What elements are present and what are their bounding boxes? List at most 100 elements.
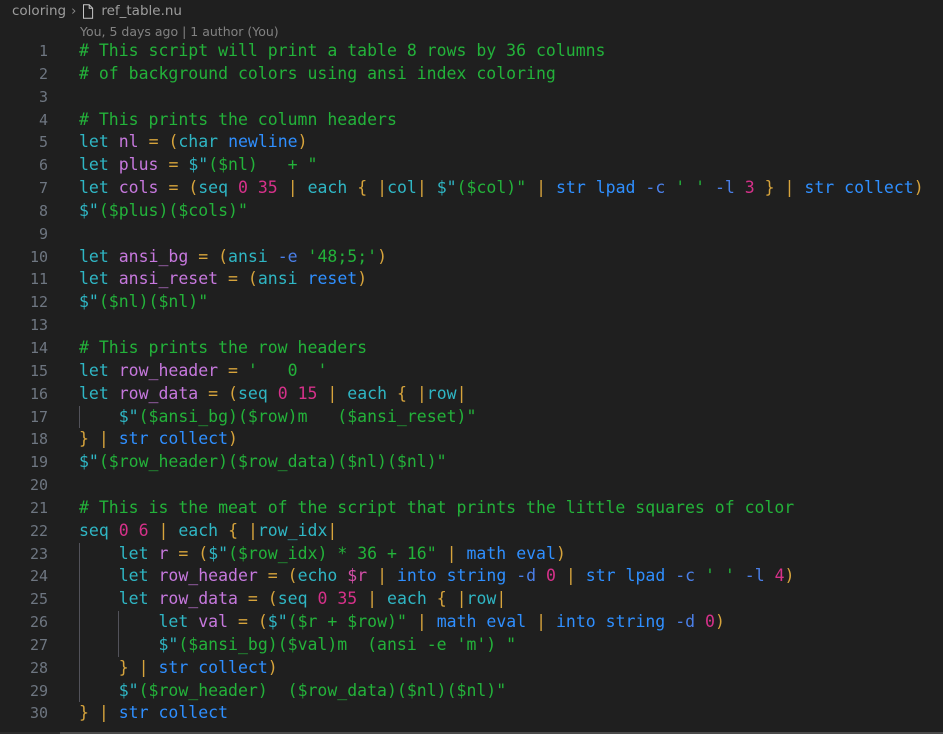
line-text[interactable]: let ansi_bg = (ansi -e '48;5;') — [48, 246, 387, 269]
code-line: 7 let cols = (seq 0 35 | each { |col| $"… — [0, 177, 943, 200]
code-line: 6 let plus = $"($nl) + " — [0, 154, 943, 177]
line-number: 7 — [38, 179, 48, 198]
line-number: 23 — [29, 544, 48, 563]
line-text[interactable]: # This is the meat of the script that pr… — [48, 497, 794, 520]
line-text[interactable]: let plus = $"($nl) + " — [48, 154, 317, 177]
line-text[interactable]: } | str collect) — [48, 428, 238, 451]
line-text[interactable]: $"($ansi_bg)($row)m ($ansi_reset)" — [48, 405, 476, 429]
line-text[interactable]: # This script will print a table 8 rows … — [48, 40, 606, 63]
line-text[interactable]: $"($plus)($cols)" — [48, 200, 248, 223]
indent-guide — [79, 405, 80, 429]
git-blame-label[interactable]: You, 5 days ago | 1 author (You) — [80, 24, 279, 39]
line-text[interactable]: let row_header = (echo $r | into string … — [48, 565, 794, 589]
line-text[interactable]: let cols = (seq 0 35 | each { |col| $"($… — [48, 177, 924, 200]
line-number: 26 — [29, 613, 48, 632]
line-text[interactable]: seq 0 6 | each { |row_idx| — [48, 520, 337, 543]
line-number: 29 — [29, 681, 48, 700]
code-line: 12 $"($nl)($nl)" — [0, 291, 943, 314]
line-number: 28 — [29, 658, 48, 677]
code-line: 19 $"($row_header)($row_data)($nl)($nl)" — [0, 451, 943, 474]
code-line: 21 # This is the meat of the script that… — [0, 497, 943, 520]
line-number: 27 — [29, 635, 48, 654]
line-number: 3 — [38, 87, 48, 106]
code-line: 16 let row_data = (seq 0 15 | each { |ro… — [0, 383, 943, 406]
indent-guide — [79, 633, 80, 657]
indent-guide — [79, 588, 80, 612]
line-text[interactable] — [48, 314, 79, 337]
code-line: 14 # This prints the row headers — [0, 337, 943, 360]
code-line: 10 let ansi_bg = (ansi -e '48;5;') — [0, 246, 943, 269]
line-text[interactable]: let nl = (char newline) — [48, 131, 308, 154]
line-number: 18 — [29, 430, 48, 449]
breadcrumb-folder[interactable]: coloring — [12, 3, 66, 19]
line-number: 16 — [29, 384, 48, 403]
line-text[interactable]: } | str collect) — [48, 656, 278, 680]
line-text[interactable]: let ansi_reset = (ansi reset) — [48, 268, 367, 291]
line-number: 8 — [38, 201, 48, 220]
code-line: 1 # This script will print a table 8 row… — [0, 40, 943, 63]
line-number: 9 — [38, 224, 48, 243]
line-number: 6 — [38, 156, 48, 175]
line-text[interactable]: let row_data = (seq 0 15 | each { |row| — [48, 383, 467, 406]
line-text[interactable] — [48, 223, 79, 246]
line-text[interactable]: $"($nl)($nl)" — [48, 291, 208, 314]
line-number: 21 — [29, 498, 48, 517]
file-document-icon — [81, 3, 95, 19]
line-number: 2 — [38, 64, 48, 83]
code-line: 25 let row_data = (seq 0 35 | each { |ro… — [0, 588, 943, 612]
line-text[interactable]: $"($ansi_bg)($val)m (ansi -e 'm') " — [48, 633, 516, 657]
codelens-row: You, 5 days ago | 1 author (You) — [0, 22, 943, 40]
indent-guide — [118, 633, 119, 657]
line-number: 19 — [29, 453, 48, 472]
indent-guide — [118, 611, 119, 634]
indent-guide — [79, 565, 80, 589]
line-number: 30 — [29, 704, 48, 723]
code-line: 4 # This prints the column headers — [0, 109, 943, 132]
code-line: 30 } | str collect — [0, 702, 943, 725]
line-text[interactable]: $"($row_header)($row_data)($nl)($nl)" — [48, 451, 447, 474]
code-line: 23 let r = ($"($row_idx) * 36 + 16" | ma… — [0, 542, 943, 566]
line-text[interactable]: # This prints the row headers — [48, 337, 367, 360]
breadcrumb: coloring › ref_table.nu — [0, 0, 943, 22]
line-text[interactable]: # This prints the column headers — [48, 109, 397, 132]
breadcrumb-file-label: ref_table.nu — [101, 3, 182, 19]
code-line: 15 let row_header = ' 0 ' — [0, 360, 943, 383]
breadcrumb-file[interactable]: ref_table.nu — [81, 3, 182, 19]
line-text[interactable] — [48, 86, 79, 109]
indent-guide — [79, 542, 80, 566]
code-line: 11 let ansi_reset = (ansi reset) — [0, 268, 943, 291]
line-number: 11 — [29, 270, 48, 289]
line-text[interactable]: let r = ($"($row_idx) * 36 + 16" | math … — [48, 542, 566, 566]
line-number: 22 — [29, 521, 48, 540]
line-text[interactable]: let val = ($"($r + $row)" | math eval | … — [48, 611, 725, 634]
code-line: 27 $"($ansi_bg)($val)m (ansi -e 'm') " — [0, 633, 943, 657]
code-line: 26 let val = ($"($r + $row)" | math eval… — [0, 611, 943, 634]
code-line: 13 — [0, 314, 943, 337]
indent-guide — [79, 611, 80, 634]
line-text[interactable]: let row_data = (seq 0 35 | each { |row| — [48, 588, 506, 612]
line-number: 20 — [29, 476, 48, 495]
line-text[interactable]: $"($row_header) ($row_data)($nl)($nl)" — [48, 679, 506, 703]
indent-guide — [79, 656, 80, 680]
code-editor[interactable]: 1 # This script will print a table 8 row… — [0, 40, 943, 734]
code-line: 2 # of background colors using ansi inde… — [0, 63, 943, 86]
line-number: 4 — [38, 110, 48, 129]
line-number: 17 — [29, 407, 48, 426]
code-line: 3 — [0, 86, 943, 109]
line-number: 10 — [29, 247, 48, 266]
line-number: 14 — [29, 338, 48, 357]
code-line: 28 } | str collect) — [0, 656, 943, 680]
line-text[interactable]: } | str collect — [48, 702, 228, 725]
code-line: 5 let nl = (char newline) — [0, 131, 943, 154]
line-text[interactable] — [48, 474, 79, 497]
code-line: 18 } | str collect) — [0, 428, 943, 451]
line-text[interactable]: # of background colors using ansi index … — [48, 63, 556, 86]
line-number: 25 — [29, 590, 48, 609]
line-text[interactable]: let row_header = ' 0 ' — [48, 360, 327, 383]
code-line: 29 $"($row_header) ($row_data)($nl)($nl)… — [0, 679, 943, 703]
line-number: 1 — [38, 42, 48, 60]
indent-guide — [79, 679, 80, 703]
code-line: 20 — [0, 474, 943, 497]
line-number: 5 — [38, 133, 48, 152]
code-line: 17 $"($ansi_bg)($row)m ($ansi_reset)" — [0, 405, 943, 429]
